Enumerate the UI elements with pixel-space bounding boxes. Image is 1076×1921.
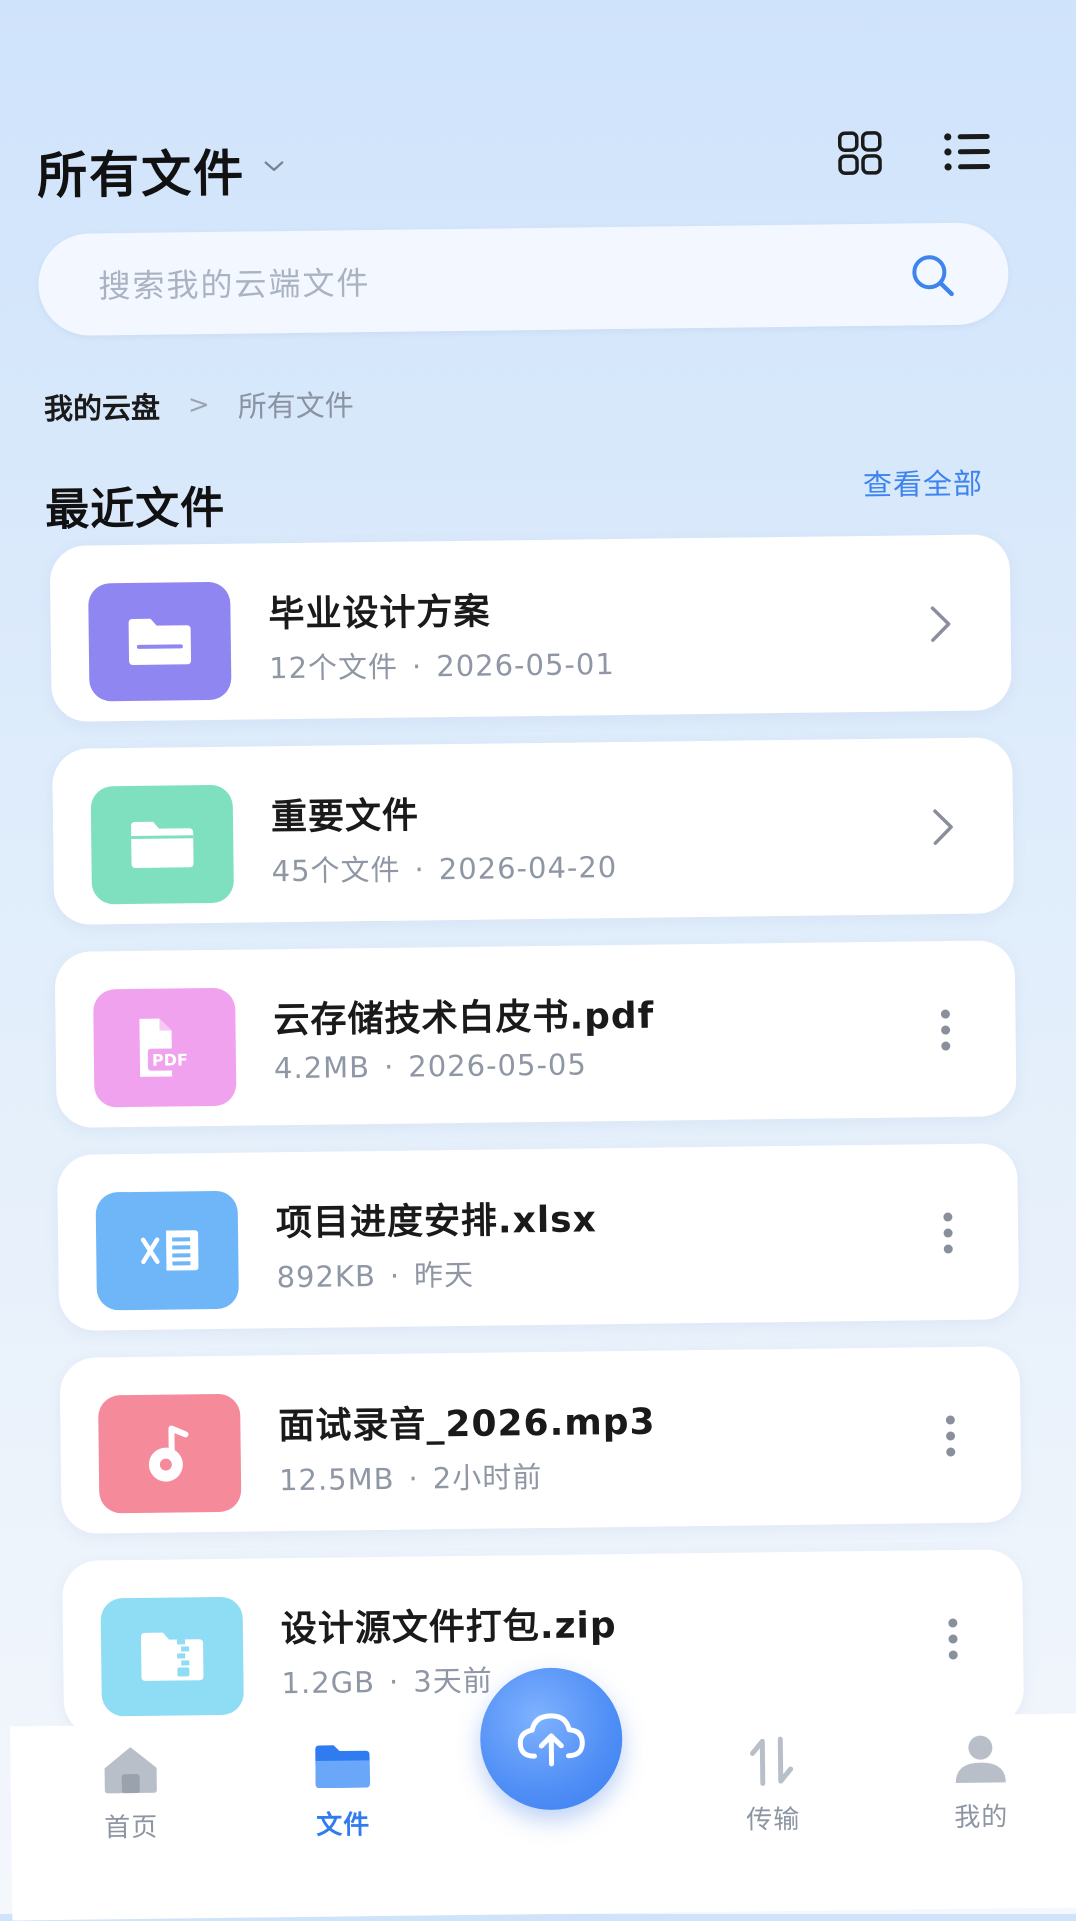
file-name: 云存储技术白皮书.pdf xyxy=(273,995,655,1042)
folder-switcher[interactable]: 所有文件 xyxy=(37,133,286,208)
file-card[interactable]: 重要文件 45个文件 · 2026-04-20 xyxy=(52,737,1015,925)
nav-label: 首页 xyxy=(104,1812,159,1844)
nav-label: 传输 xyxy=(746,1804,801,1836)
recent-file-list: 毕业设计方案 12个文件 · 2026-05-01 重要文件 45个文件 · 2026-… xyxy=(49,534,1025,1764)
home-icon xyxy=(100,1743,161,1796)
zip-folder-icon xyxy=(140,1632,204,1681)
file-date: 2026-05-05 xyxy=(408,1047,588,1084)
search-icon[interactable] xyxy=(908,251,957,300)
grid-view-icon[interactable] xyxy=(833,126,888,181)
more-icon[interactable] xyxy=(933,1614,974,1664)
file-meta: 45个文件 · 2026-04-20 xyxy=(271,850,618,889)
folder-thumb xyxy=(88,581,232,702)
file-size: 12.5MB xyxy=(278,1461,395,1498)
file-card[interactable]: 项目进度安排.xlsx 892KB · 昨天 xyxy=(57,1143,1020,1331)
nav-label: 文件 xyxy=(316,1810,371,1841)
header: 所有文件 xyxy=(37,124,1008,216)
file-size: 45个文件 xyxy=(271,852,401,889)
file-date: 昨天 xyxy=(413,1257,475,1293)
file-size: 892KB xyxy=(276,1259,377,1295)
file-card[interactable]: PDF 云存储技术白皮书.pdf 4.2MB · 2026-05-05 xyxy=(54,940,1017,1128)
section-title: 最近文件 xyxy=(44,482,226,537)
breadcrumb-separator: > xyxy=(187,389,210,421)
file-meta: 1.2GB · 3天前 xyxy=(281,1663,493,1701)
pdf-thumb: PDF xyxy=(93,987,237,1108)
excel-icon xyxy=(136,1226,199,1275)
search-input[interactable] xyxy=(96,252,861,312)
nav-profile[interactable]: 我的 xyxy=(910,1732,1051,1835)
nav-home[interactable]: 首页 xyxy=(60,1742,201,1845)
transfer-icon xyxy=(742,1735,803,1788)
view-all-link[interactable]: 查看全部 xyxy=(863,461,984,504)
more-icon[interactable] xyxy=(925,1005,966,1055)
file-date: 3天前 xyxy=(413,1663,493,1699)
nav-transfer[interactable]: 传输 xyxy=(702,1734,843,1837)
file-date: 2026-05-01 xyxy=(436,647,616,684)
pdf-icon: PDF xyxy=(139,1018,199,1077)
chevron-right-icon[interactable] xyxy=(920,599,961,649)
music-note-icon xyxy=(148,1425,189,1482)
nav-label: 我的 xyxy=(954,1802,1009,1834)
file-name: 设计源文件打包.zip xyxy=(280,1605,617,1651)
folder-icon xyxy=(128,618,192,665)
file-card[interactable]: 毕业设计方案 12个文件 · 2026-05-01 xyxy=(49,534,1012,722)
file-name: 面试录音_2026.mp3 xyxy=(278,1401,656,1448)
file-date: 2小时前 xyxy=(432,1460,543,1496)
file-meta: 12个文件 · 2026-05-01 xyxy=(268,647,616,686)
file-meta: 4.2MB · 2026-05-05 xyxy=(273,1047,588,1086)
folder-icon xyxy=(312,1740,373,1793)
more-icon[interactable] xyxy=(928,1208,969,1258)
folder-icon xyxy=(131,821,194,868)
file-name: 毕业设计方案 xyxy=(268,591,491,636)
breadcrumb-current: 所有文件 xyxy=(237,388,354,424)
profile-icon xyxy=(950,1732,1011,1785)
page-title: 所有文件 xyxy=(36,144,246,206)
chevron-down-icon xyxy=(264,161,284,172)
file-meta: 892KB · 昨天 xyxy=(276,1257,475,1295)
breadcrumb: 我的云盘 > 所有文件 xyxy=(44,382,354,428)
nav-files[interactable]: 文件 xyxy=(272,1740,413,1843)
zip-thumb xyxy=(100,1596,244,1717)
more-icon[interactable] xyxy=(930,1411,971,1461)
file-size: 4.2MB xyxy=(273,1050,371,1086)
file-meta: 12.5MB · 2小时前 xyxy=(278,1460,543,1498)
file-card[interactable]: 面试录音_2026.mp3 12.5MB · 2小时前 xyxy=(59,1346,1022,1534)
app-root: 所有文件 搜索我的云端文件 我的云盘 > 所有文件 最近文件 查看全部 毕业设计… xyxy=(0,0,1076,1921)
file-name: 项目进度安排.xlsx xyxy=(275,1199,598,1245)
excel-thumb xyxy=(95,1190,239,1311)
file-size: 1.2GB xyxy=(281,1665,376,1701)
svg-text:PDF: PDF xyxy=(152,1050,188,1069)
folder-thumb xyxy=(90,784,235,905)
file-date: 2026-04-20 xyxy=(438,850,618,887)
list-view-icon[interactable] xyxy=(940,124,995,179)
search-bar xyxy=(37,222,1010,337)
breadcrumb-root[interactable]: 我的云盘 xyxy=(44,385,161,428)
file-name: 重要文件 xyxy=(270,795,420,839)
cloud-upload-icon xyxy=(517,1713,585,1767)
audio-thumb xyxy=(98,1393,242,1514)
file-size: 12个文件 xyxy=(268,649,399,686)
chevron-right-icon[interactable] xyxy=(923,802,964,852)
